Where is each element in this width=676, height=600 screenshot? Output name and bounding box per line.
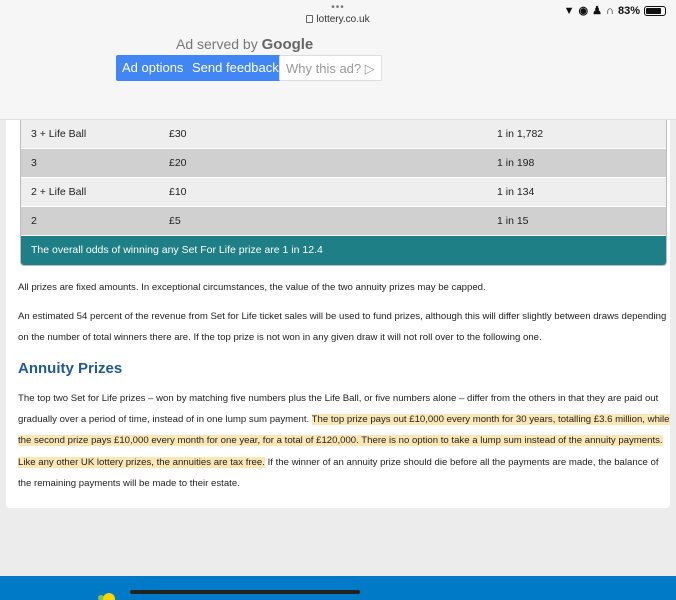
annuity-paragraph: The top two Set for Life prizes – won by… bbox=[18, 393, 670, 446]
system-status: ▼ ◉ ♟ ∩ 83% bbox=[564, 4, 666, 17]
revenue-paragraph: An estimated 54 percent of the revenue f… bbox=[18, 311, 667, 343]
match-cell: 2 bbox=[31, 215, 37, 227]
why-this-ad-button[interactable]: Why this ad? ▷ bbox=[279, 55, 382, 81]
fixed-prizes-paragraph: All prizes are fixed amounts. In excepti… bbox=[18, 282, 486, 293]
highlighted-text: Like any other UK lottery prizes, the an… bbox=[18, 457, 265, 468]
send-feedback-button[interactable]: Send feedback bbox=[186, 55, 285, 81]
odds-cell: 1 in 198 bbox=[497, 157, 535, 169]
table-row: 2 £5 1 in 15 bbox=[21, 207, 666, 236]
wifi-icon: ▼ bbox=[563, 4, 575, 17]
ad-options-button[interactable]: Ad options bbox=[116, 55, 190, 81]
lottery-logo-ball bbox=[103, 593, 115, 600]
lock-icon bbox=[306, 15, 314, 23]
prize-cell: £5 bbox=[169, 215, 181, 227]
tax-free-paragraph: Like any other UK lottery prizes, the an… bbox=[18, 457, 659, 489]
odds-cell: 1 in 134 bbox=[497, 186, 535, 198]
battery-percent: 83% bbox=[617, 4, 640, 17]
battery-icon bbox=[644, 5, 666, 16]
home-indicator[interactable] bbox=[130, 590, 360, 594]
prize-cell: £20 bbox=[169, 157, 187, 169]
person-icon: ♟ bbox=[592, 5, 603, 17]
odds-cell: 1 in 1,782 bbox=[497, 128, 544, 140]
location-icon: ◉ bbox=[578, 5, 589, 17]
table-row: 2 + Life Ball £10 1 in 134 bbox=[21, 178, 666, 207]
content-card: 3 + Life Ball £30 1 in 1,782 3 £20 1 in … bbox=[6, 120, 670, 508]
url-text: lottery.co.uk bbox=[316, 14, 370, 25]
browser-status-bar: ••• lottery.co.uk ▼ ◉ ♟ ∩ 83% bbox=[0, 0, 676, 30]
ad-banner: Ad served by Google Ad options Send feed… bbox=[0, 30, 676, 120]
prize-table: 3 + Life Ball £30 1 in 1,782 3 £20 1 in … bbox=[20, 120, 667, 266]
overall-odds-footer: The overall odds of winning any Set For … bbox=[21, 236, 666, 265]
ad-choices-icon: ▷ bbox=[364, 61, 375, 76]
match-cell: 3 + Life Ball bbox=[31, 128, 87, 140]
table-row: 3 £20 1 in 198 bbox=[21, 149, 666, 178]
table-row: 3 + Life Ball £30 1 in 1,782 bbox=[21, 120, 666, 149]
google-logo: Google bbox=[261, 36, 314, 53]
match-cell: 2 + Life Ball bbox=[31, 186, 87, 198]
headphones-icon: ∩ bbox=[606, 4, 614, 17]
odds-cell: 1 in 15 bbox=[497, 215, 529, 227]
annuity-prizes-heading: Annuity Prizes bbox=[18, 360, 123, 377]
prize-cell: £10 bbox=[169, 186, 187, 198]
ad-served-text: Ad served by Google bbox=[176, 36, 314, 53]
prize-cell: £30 bbox=[169, 128, 187, 140]
match-cell: 3 bbox=[31, 157, 37, 169]
